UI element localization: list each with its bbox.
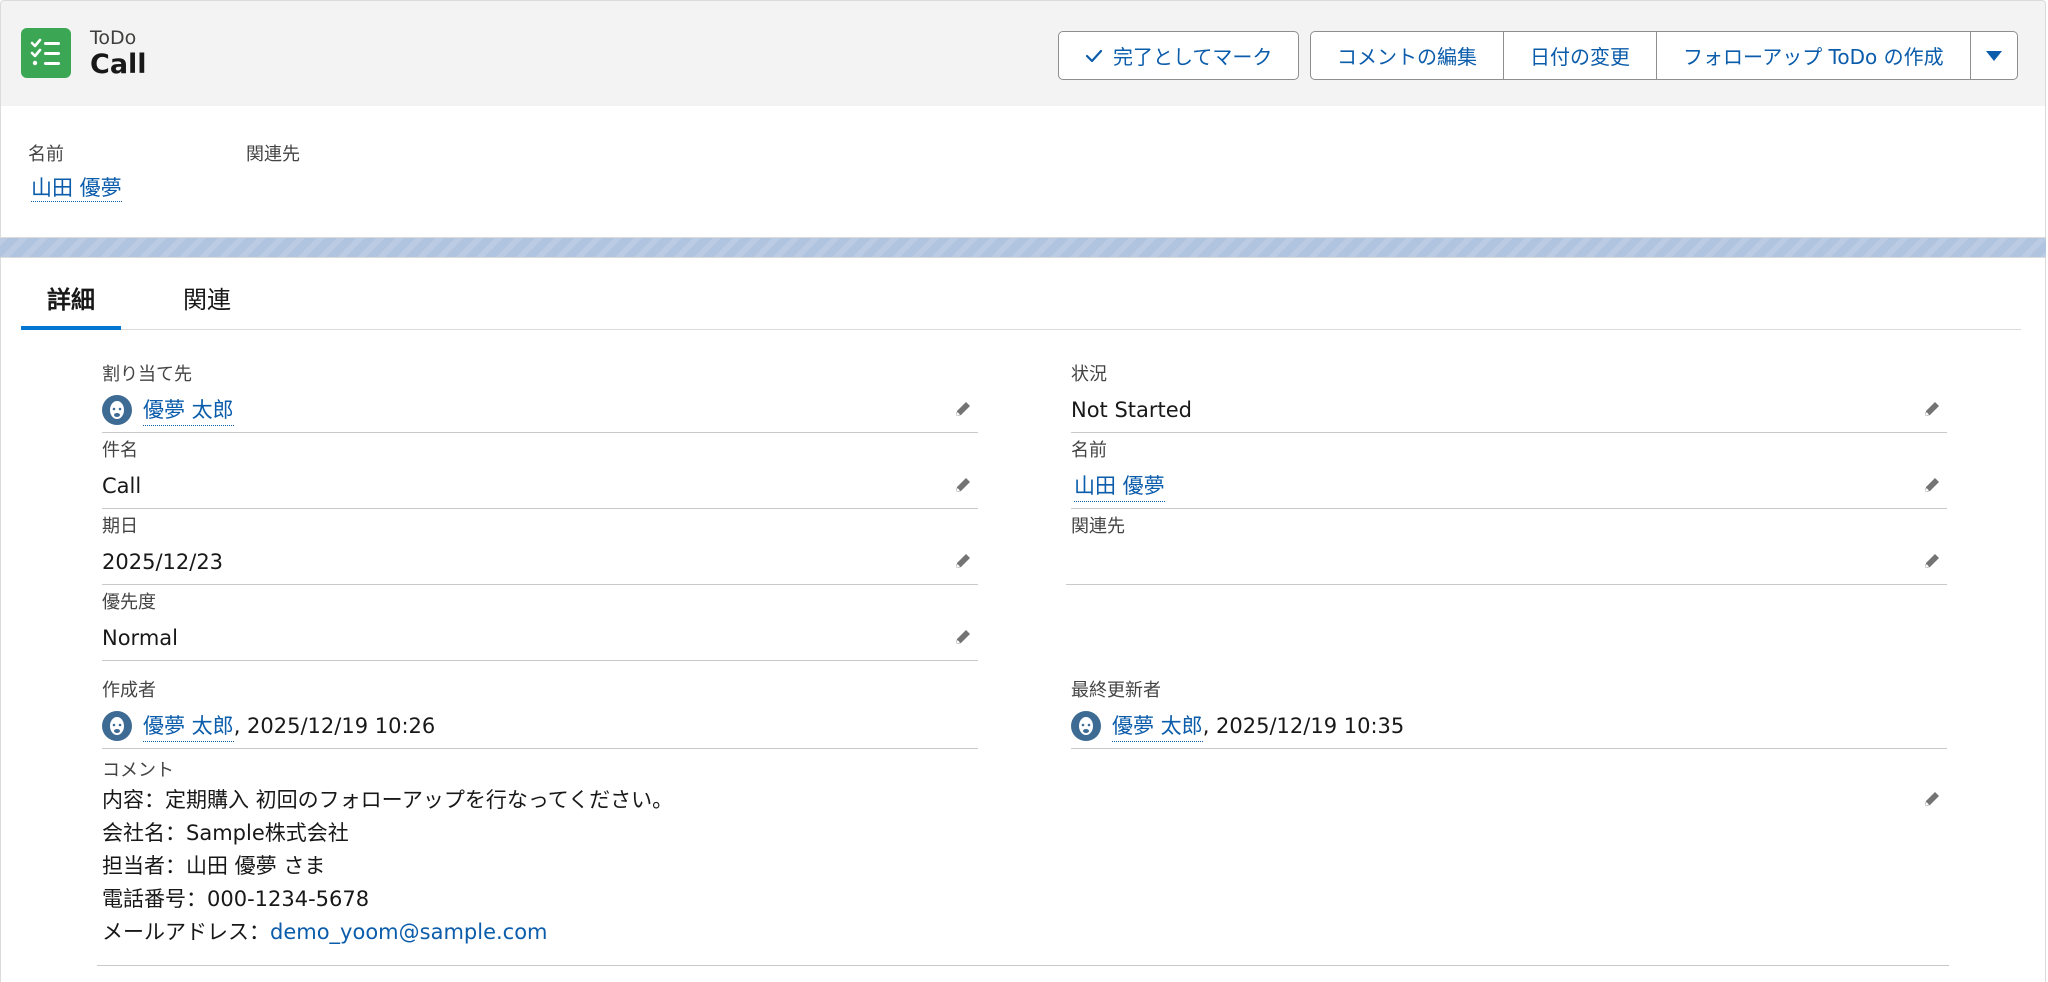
user-avatar-icon <box>1071 711 1101 741</box>
created-by-timestamp: , 2025/12/19 10:26 <box>233 714 436 738</box>
comments-label: コメント <box>102 760 174 781</box>
edit-pencil-icon[interactable] <box>952 626 974 648</box>
user-avatar-icon <box>102 711 132 741</box>
edit-comments-button[interactable]: コメントの編集 <box>1310 31 1504 80</box>
email-prefix: メールアドレス： <box>102 920 270 944</box>
subject-label: 件名 <box>102 440 138 461</box>
created-by-link[interactable]: 優夢 太郎 <box>143 710 234 742</box>
comment-line: 担当者：山田 優夢 さま <box>102 854 326 878</box>
due-date-label: 期日 <box>102 516 138 537</box>
comment-line: 電話番号：000-1234-5678 <box>102 887 370 911</box>
highlight-related-label: 関連先 <box>246 144 300 165</box>
edit-pencil-icon[interactable] <box>1921 788 1943 810</box>
tab-bar: 詳細 関連 <box>21 258 2021 330</box>
tab-details[interactable]: 詳細 <box>21 280 121 330</box>
page-title: Call <box>90 49 147 80</box>
decorative-band <box>0 238 2046 257</box>
field-subject: 件名 Call <box>102 438 978 509</box>
name-label: 名前 <box>1071 440 1107 461</box>
field-created-by: 作成者 優夢 太郎 , 2025/12/19 10:26 <box>102 678 978 749</box>
created-by-label: 作成者 <box>102 680 156 701</box>
status-value: Not Started <box>1071 398 1193 422</box>
edit-pencil-icon[interactable] <box>952 398 974 420</box>
comment-line: 会社名：Sample株式会社 <box>102 821 349 845</box>
priority-label: 優先度 <box>102 592 156 613</box>
field-name: 名前 山田 優夢 <box>1071 438 1947 509</box>
user-avatar-icon <box>102 395 132 425</box>
field-due-date: 期日 2025/12/23 <box>102 514 978 585</box>
field-comments: コメント 内容：定期購入 初回のフォローアップを行なってください。 会社名：Sa… <box>97 758 1949 966</box>
edit-pencil-icon[interactable] <box>1921 474 1943 496</box>
field-related-to: 関連先 <box>1066 514 1947 585</box>
highlight-name-link[interactable]: 山田 優夢 <box>31 176 122 202</box>
edit-pencil-icon[interactable] <box>1921 550 1943 572</box>
email-link[interactable]: demo_yoom@sample.com <box>270 920 548 944</box>
highlights-panel: 名前 関連先 山田 優夢 <box>0 106 2046 238</box>
related-to-value <box>1066 540 1947 584</box>
edit-pencil-icon[interactable] <box>952 474 974 496</box>
mark-complete-label: 完了としてマーク <box>1113 45 1273 69</box>
task-list-icon <box>21 28 71 78</box>
record-header: ToDo Call 完了としてマーク コメントの編集 日付の変更 フォローアップ… <box>0 0 2046 106</box>
status-label: 状況 <box>1071 364 1107 385</box>
field-last-modified-by: 最終更新者 優夢 太郎 , 2025/12/19 10:35 <box>1071 678 1947 749</box>
last-modified-by-timestamp: , 2025/12/19 10:35 <box>1202 714 1405 738</box>
detail-card: 詳細 関連 割り当て先 優夢 太郎 状況 Not Started 件名 Call… <box>0 257 2046 982</box>
more-actions-button[interactable] <box>1969 31 2018 80</box>
create-followup-task-button[interactable]: フォローアップ ToDo の作成 <box>1656 31 1971 80</box>
subject-value: Call <box>102 474 142 498</box>
check-icon <box>1085 49 1103 62</box>
related-to-label: 関連先 <box>1071 516 1125 537</box>
tab-related[interactable]: 関連 <box>157 280 257 330</box>
object-type-label: ToDo <box>90 27 137 49</box>
assigned-to-link[interactable]: 優夢 太郎 <box>143 394 234 426</box>
change-date-button[interactable]: 日付の変更 <box>1503 31 1657 80</box>
edit-pencil-icon[interactable] <box>952 550 974 572</box>
due-date-value: 2025/12/23 <box>102 550 224 574</box>
highlight-name-label: 名前 <box>28 144 64 165</box>
field-priority: 優先度 Normal <box>102 590 978 661</box>
comment-line-email: メールアドレス：demo_yoom@sample.com <box>102 916 1949 949</box>
priority-value: Normal <box>102 626 178 650</box>
edit-pencil-icon[interactable] <box>1921 398 1943 420</box>
field-assigned-to: 割り当て先 優夢 太郎 <box>102 362 978 433</box>
assigned-to-label: 割り当て先 <box>102 364 192 385</box>
name-link[interactable]: 山田 優夢 <box>1074 470 1165 502</box>
comment-line: 内容：定期購入 初回のフォローアップを行なってください。 <box>102 788 674 812</box>
mark-complete-button[interactable]: 完了としてマーク <box>1058 31 1300 80</box>
field-status: 状況 Not Started <box>1071 362 1947 433</box>
chevron-down-icon <box>1985 50 2002 61</box>
last-modified-by-label: 最終更新者 <box>1071 680 1161 701</box>
last-modified-by-link[interactable]: 優夢 太郎 <box>1112 710 1203 742</box>
